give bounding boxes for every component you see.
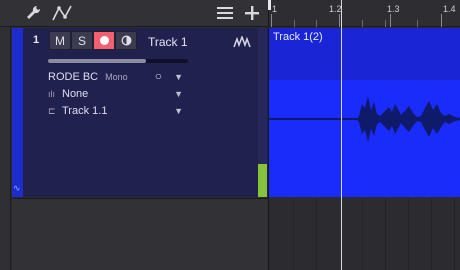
output-value: Track 1.1	[62, 105, 108, 117]
level-meter	[258, 164, 267, 197]
volume-fill	[48, 59, 146, 63]
ruler-tick	[294, 20, 295, 27]
list-icon[interactable]	[214, 3, 236, 23]
ruler-tick	[362, 20, 363, 27]
left-edge-panel	[0, 27, 11, 270]
mute-button[interactable]: M	[49, 31, 71, 50]
ruler-tick	[417, 20, 418, 27]
track-header[interactable]: ∿ 1 M S Track 1 RODE BC Mono ○ ▼ ılı Non…	[12, 28, 268, 197]
ruler-label: 1.3	[387, 4, 400, 14]
grid-line	[293, 198, 294, 270]
volume-slider[interactable]	[48, 59, 188, 63]
grid-line	[408, 198, 409, 270]
grid-line	[362, 198, 363, 270]
ruler-tick	[441, 14, 442, 27]
automation-icon[interactable]	[51, 3, 73, 23]
grid-line	[316, 198, 317, 270]
input-monitor-icon[interactable]: ○	[155, 69, 162, 83]
collapse-icon[interactable]: ∿	[13, 183, 21, 194]
record-arm-button[interactable]	[93, 31, 115, 50]
clip-name: Track 1(2)	[273, 31, 323, 43]
record-icon	[99, 36, 109, 45]
track-name[interactable]: Track 1	[148, 35, 188, 49]
ruler-label: 1.4	[443, 4, 456, 14]
caret-down-icon: ▼	[174, 106, 183, 116]
timeline-ruler[interactable]: 1 1.2 1.3 1.4	[268, 0, 460, 27]
level-meter-track	[258, 28, 267, 164]
insert-selector[interactable]: ılı None ▼	[48, 87, 188, 101]
solo-button[interactable]: S	[71, 31, 93, 50]
track-color-strip[interactable]: ∿	[12, 28, 23, 197]
monitor-button[interactable]	[115, 31, 137, 50]
grid-line	[385, 198, 386, 270]
output-selector[interactable]: ⊏ Track 1.1 ▼	[48, 104, 188, 118]
waveform-icon[interactable]	[233, 34, 251, 53]
ruler-label: 1.2	[329, 4, 342, 14]
ruler-label: 1	[272, 4, 278, 14]
input-selector[interactable]: RODE BC Mono ○ ▼	[48, 69, 188, 84]
arrangement-view[interactable]: Track 1(2)	[268, 28, 460, 270]
song-start-marker[interactable]	[268, 0, 271, 10]
ruler-tick	[385, 20, 386, 27]
clip-waveform	[269, 96, 460, 142]
audio-clip[interactable]: Track 1(2)	[269, 28, 460, 197]
empty-track-area	[12, 198, 268, 270]
add-icon[interactable]	[241, 3, 263, 23]
ruler-tick	[316, 20, 317, 27]
input-device: RODE BC	[48, 71, 99, 83]
monitor-icon	[121, 35, 131, 46]
insert-value: None	[62, 88, 89, 100]
clip-header[interactable]: Track 1(2)	[269, 28, 460, 80]
track-number: 1	[33, 34, 40, 46]
ruler-tick	[271, 14, 272, 27]
ruler-tick	[390, 14, 391, 27]
caret-down-icon: ▼	[174, 72, 183, 82]
output-icon: ⊏	[48, 105, 56, 116]
insert-icon: ılı	[48, 89, 56, 99]
ruler-tick	[339, 14, 340, 27]
grid-line	[431, 198, 432, 270]
wrench-icon[interactable]	[22, 3, 44, 23]
arrangement-toolbar	[0, 0, 268, 27]
caret-down-icon: ▼	[174, 89, 183, 99]
input-channel-mode: Mono	[105, 72, 128, 82]
grid-line	[454, 198, 455, 270]
playhead-cursor[interactable]	[341, 0, 342, 270]
